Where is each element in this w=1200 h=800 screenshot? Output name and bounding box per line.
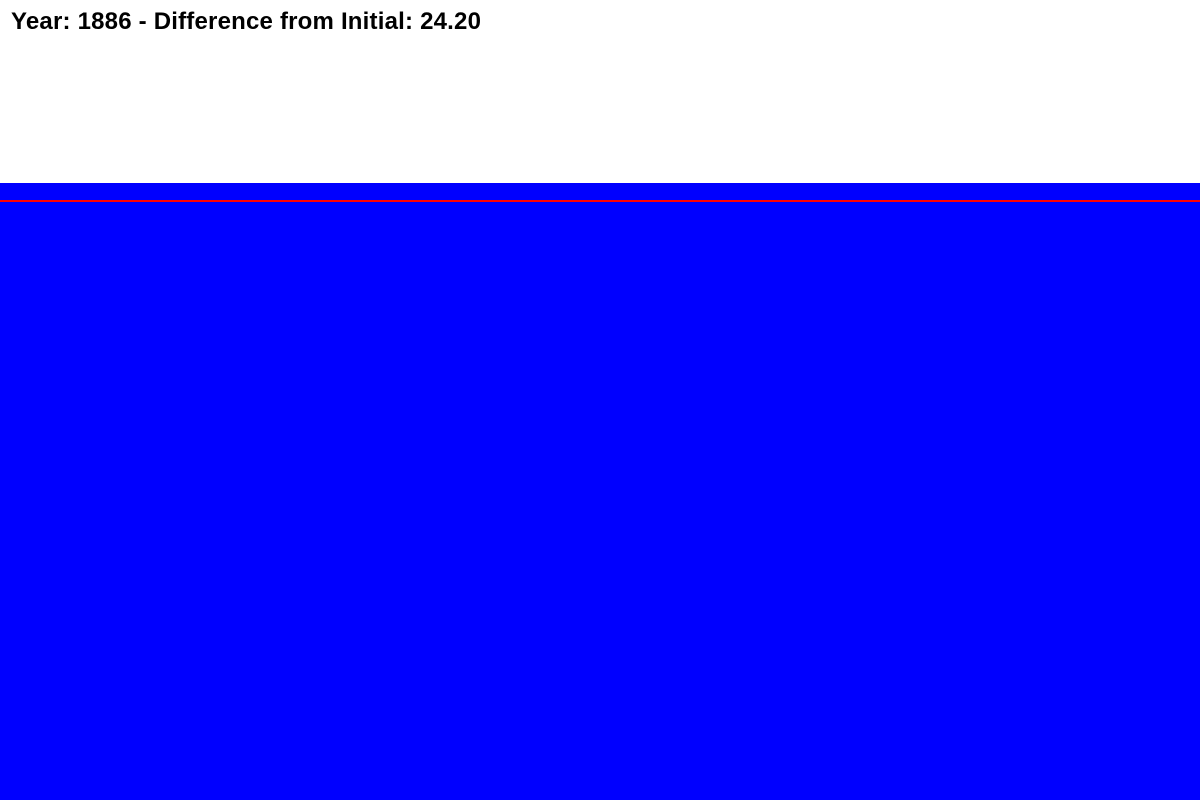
simulation-canvas: Year: 1886 - Difference from Initial: 24…	[0, 0, 1200, 800]
initial-level-line	[0, 200, 1200, 202]
year-difference-label: Year: 1886 - Difference from Initial: 24…	[11, 8, 482, 35]
water-level-fill	[0, 183, 1200, 800]
